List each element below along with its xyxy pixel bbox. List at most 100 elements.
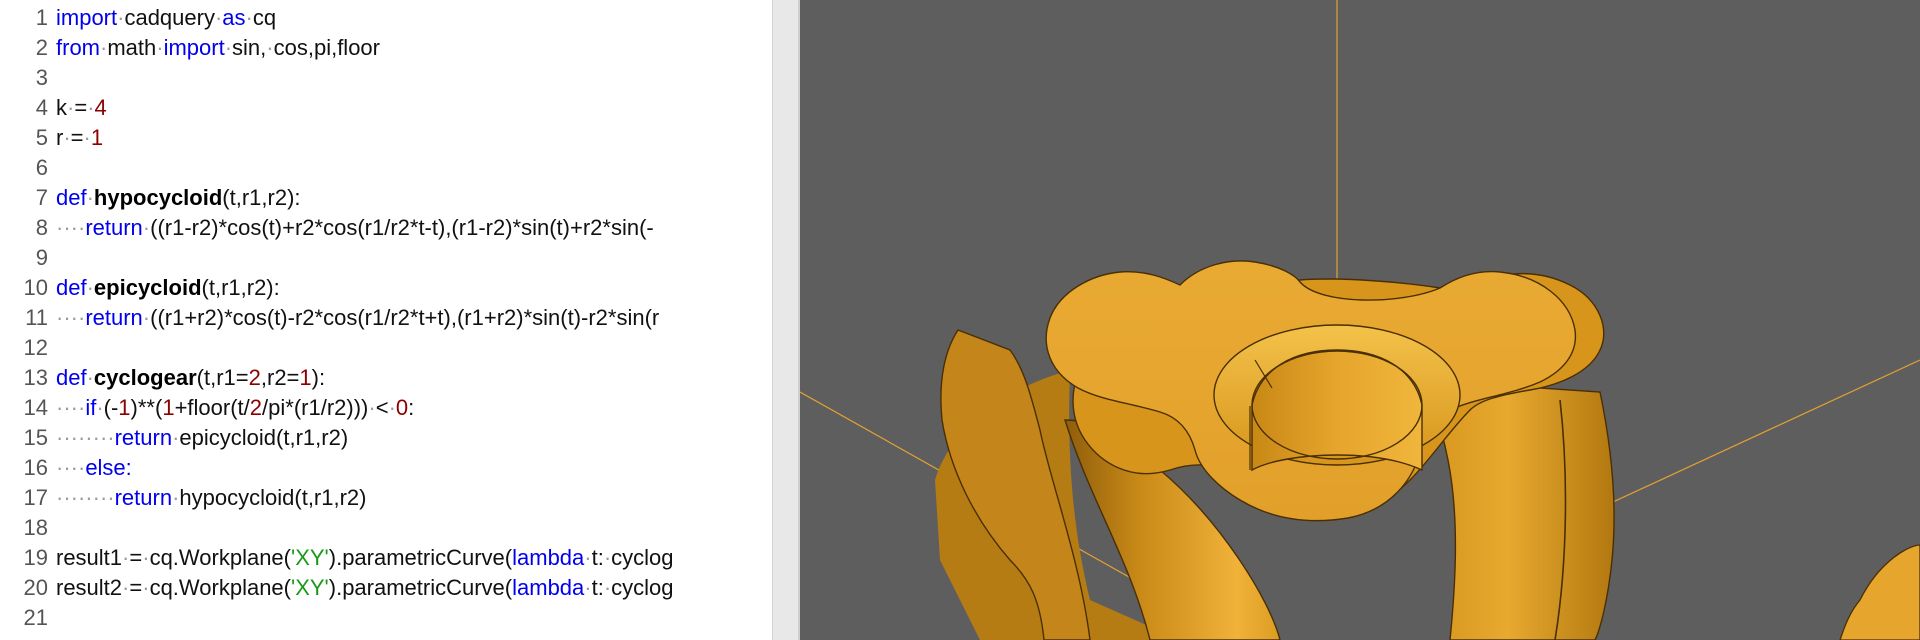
code-token: def [56, 185, 87, 210]
code-token: cq [252, 5, 277, 30]
code-line[interactable]: 2 from·math·import·sin,·cos,pi,floor [0, 33, 772, 63]
code-line[interactable]: 9 [0, 243, 772, 273]
code-text: ········return·hypocycloid(t,r1,r2) [56, 483, 367, 513]
code-token: · [86, 365, 94, 390]
code-token: = [74, 95, 88, 120]
line-number: 5 [35, 125, 48, 150]
code-token: t: [591, 545, 604, 570]
code-token: (t,r1= [196, 365, 249, 390]
code-line[interactable]: 13 def·cyclogear(t,r1=2,r2=1): [0, 363, 772, 393]
code-text: def·hypocycloid(t,r1,r2): [56, 183, 301, 213]
code-token: sin, [232, 35, 267, 60]
code-token: · [584, 545, 592, 570]
code-token: ).parametricCurve( [328, 575, 513, 600]
code-line[interactable]: 21 [0, 603, 772, 633]
code-token: = [129, 545, 143, 570]
code-token: ((r1-r2)*cos(t)+r2*cos(r1/r2*t-t),(r1-r2… [150, 215, 654, 240]
line-number: 6 [35, 155, 48, 180]
3d-viewport[interactable] [800, 0, 1920, 640]
line-number: 12 [23, 335, 48, 360]
code-token: 2 [248, 365, 261, 390]
code-text: ····return·((r1+r2)*cos(t)-r2*cos(r1/r2*… [56, 303, 659, 333]
code-token: = [70, 125, 84, 150]
code-line[interactable]: 4 k·=·4 [0, 93, 772, 123]
code-token: +floor(t/ [174, 395, 250, 420]
code-line[interactable]: 8 ····return·((r1-r2)*cos(t)+r2*cos(r1/r2… [0, 213, 772, 243]
code-token: (- [103, 395, 119, 420]
line-number: 21 [23, 605, 48, 630]
code-line[interactable]: 18 [0, 513, 772, 543]
code-text: def·epicycloid(t,r1,r2): [56, 273, 280, 303]
code-token: (t,r1,r2): [201, 275, 280, 300]
code-token: def [56, 275, 87, 300]
secondary-model-edge [1839, 544, 1920, 640]
code-line[interactable]: 14 ····if·(-1)**(1+floor(t/2/pi*(r1/r2)))… [0, 393, 772, 423]
code-text: result2·=·cq.Workplane('XY').parametricC… [56, 573, 674, 603]
code-token: cyclog [611, 545, 674, 570]
code-token: 'XY' [291, 545, 329, 570]
code-token: cq.Workplane( [149, 545, 291, 570]
code-token: · [584, 575, 592, 600]
code-token: cadquery [124, 5, 215, 30]
code-token: result2 [56, 575, 123, 600]
code-token: < [375, 395, 389, 420]
editor-scrollbar[interactable] [772, 0, 799, 640]
code-token: 1 [118, 395, 131, 420]
code-editor[interactable]: 1 import·cadquery·as·cq 2 from·math·import·… [0, 0, 772, 640]
code-token: · [83, 125, 91, 150]
code-line[interactable]: 1 import·cadquery·as·cq [0, 3, 772, 33]
code-token: cos,pi,floor [273, 35, 380, 60]
code-line[interactable]: 6 [0, 153, 772, 183]
code-token: 1 [90, 125, 104, 150]
code-token: 2 [249, 395, 263, 420]
code-token: · [156, 35, 164, 60]
code-token: return [114, 485, 173, 510]
code-line[interactable]: 7 def·hypocycloid(t,r1,r2): [0, 183, 772, 213]
code-line[interactable]: 3 [0, 63, 772, 93]
code-token: /pi*(r1/r2))) [262, 395, 369, 420]
code-token: ···· [56, 455, 86, 480]
code-token: cyclogear [93, 365, 197, 390]
line-number: 20 [23, 575, 48, 600]
code-token: from [56, 35, 100, 60]
code-token: return [85, 305, 143, 330]
code-line[interactable]: 16 ····else: [0, 453, 772, 483]
code-token: · [368, 395, 376, 420]
code-line[interactable]: 5 r·=·1 [0, 123, 772, 153]
line-number: 10 [23, 275, 48, 300]
code-token: ): [311, 365, 326, 390]
code-line[interactable]: 11 ····return·((r1+r2)*cos(t)-r2*cos(r1/r… [0, 303, 772, 333]
code-token: = [129, 575, 143, 600]
line-number: 2 [35, 35, 48, 60]
code-token: )**( [130, 395, 163, 420]
line-number: 13 [23, 365, 48, 390]
code-token: · [142, 545, 150, 570]
code-token: · [142, 575, 150, 600]
code-text: ········return·epicycloid(t,r1,r2) [56, 423, 348, 453]
code-token: ········ [56, 425, 115, 450]
code-token: math [107, 35, 157, 60]
code-line[interactable]: 19 result1·=·cq.Workplane('XY').parametri… [0, 543, 772, 573]
code-text: ····if·(-1)**(1+floor(t/2/pi*(r1/r2)))·<… [56, 393, 414, 423]
line-number: 17 [23, 485, 48, 510]
code-line[interactable]: 10 def·epicycloid(t,r1,r2): [0, 273, 772, 303]
code-token: · [388, 395, 396, 420]
code-line[interactable]: 15 ········return·epicycloid(t,r1,r2) [0, 423, 772, 453]
code-token: if [85, 395, 97, 420]
code-token: · [86, 185, 94, 210]
code-text: ····return·((r1-r2)*cos(t)+r2*cos(r1/r2*… [56, 213, 654, 243]
code-token: · [87, 95, 95, 120]
code-text: import·cadquery·as·cq [56, 3, 276, 33]
line-number: 4 [35, 95, 48, 120]
code-token: hypocycloid [93, 185, 223, 210]
code-text: from·math·import·sin,·cos,pi,floor [56, 33, 380, 63]
code-line[interactable]: 20 result2·=·cq.Workplane('XY').parametri… [0, 573, 772, 603]
line-number: 15 [23, 425, 48, 450]
code-token: return [85, 215, 143, 240]
code-token: k [56, 95, 67, 120]
code-line[interactable]: 17 ········return·hypocycloid(t,r1,r2) [0, 483, 772, 513]
gear-model [935, 260, 1615, 640]
code-line[interactable]: 12 [0, 333, 772, 363]
code-token: import [163, 35, 225, 60]
line-number: 16 [23, 455, 48, 480]
